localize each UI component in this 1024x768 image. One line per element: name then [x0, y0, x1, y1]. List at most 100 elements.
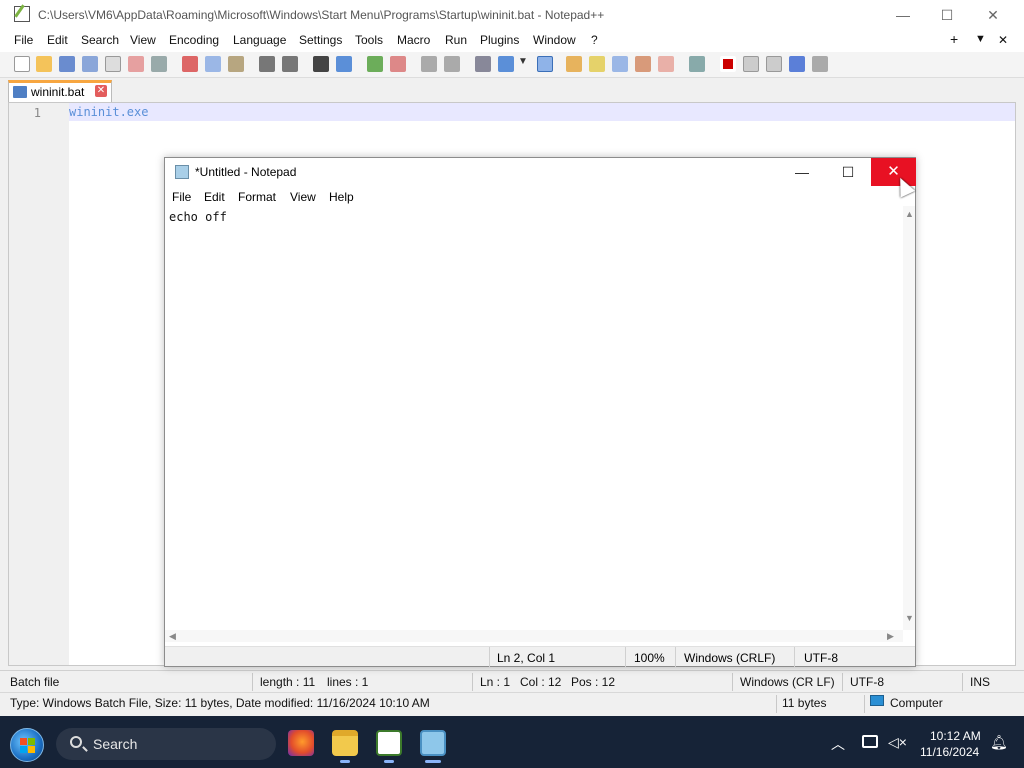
notepad-line-ending: Windows (CRLF) — [684, 651, 776, 665]
save-all-icon[interactable] — [82, 56, 98, 72]
tab-label: wininit.bat — [31, 85, 85, 99]
notepad-content[interactable]: echo off — [169, 210, 227, 224]
record-macro-icon[interactable] — [720, 56, 736, 72]
save-icon[interactable] — [59, 56, 75, 72]
word-wrap-icon[interactable] — [475, 56, 491, 72]
notepad-window: *Untitled - Notepad — ☐ ✕ File Edit Form… — [164, 157, 916, 667]
notepad-menu-edit[interactable]: Edit — [204, 190, 225, 204]
zoom-out-icon[interactable] — [390, 56, 406, 72]
npp-menu-run[interactable]: Run — [445, 33, 467, 47]
close-icon[interactable] — [105, 56, 121, 72]
clock-date[interactable]: 11/16/2024 — [920, 745, 979, 759]
npp-menu-macro[interactable]: Macro — [397, 33, 430, 47]
tab-wininit-bat[interactable]: wininit.bat ✕ — [8, 80, 112, 102]
notepad-text-area[interactable]: echo off — [165, 206, 903, 630]
npp-tab-list-button[interactable]: ▼ — [975, 33, 986, 45]
tab-close-icon[interactable]: ✕ — [95, 85, 107, 97]
indent-guide-icon[interactable] — [537, 56, 553, 72]
npp-menu-help[interactable]: ? — [591, 33, 598, 47]
status-divider — [732, 673, 733, 691]
stop-macro-icon[interactable] — [743, 56, 759, 72]
computer-icon — [870, 695, 884, 706]
function-list-icon[interactable] — [635, 56, 651, 72]
npp-new-tab-button[interactable]: + — [950, 31, 958, 47]
npp-close-button[interactable]: ✕ — [970, 0, 1016, 30]
cut-icon[interactable] — [182, 56, 198, 72]
status-lines: lines : 1 — [327, 675, 369, 689]
new-file-icon[interactable] — [14, 56, 30, 72]
zoom-in-icon[interactable] — [367, 56, 383, 72]
play-macro-multiple-icon[interactable] — [789, 56, 805, 72]
notepad-menu-help[interactable]: Help — [329, 190, 354, 204]
open-file-icon[interactable] — [36, 56, 52, 72]
status-divider — [625, 647, 626, 667]
sync-horizontal-icon[interactable] — [444, 56, 460, 72]
npp-menu-settings[interactable]: Settings — [299, 33, 342, 47]
notepad-vertical-scrollbar[interactable]: ▲ ▼ — [903, 206, 915, 630]
line-number-gutter: 1 — [9, 103, 69, 665]
file-size-text: 11 bytes — [782, 696, 827, 710]
network-icon[interactable] — [862, 735, 878, 748]
status-file-type: Batch file — [10, 675, 60, 689]
status-ln: Ln : 1 — [480, 675, 511, 689]
notepadpp-icon[interactable] — [376, 730, 402, 756]
npp-menu-window[interactable]: Window — [533, 33, 576, 47]
scroll-left-icon[interactable]: ◀ — [169, 631, 176, 642]
scroll-down-icon[interactable]: ▼ — [905, 613, 914, 623]
status-encoding: UTF-8 — [850, 675, 884, 689]
redo-icon[interactable] — [282, 56, 298, 72]
scroll-up-icon[interactable]: ▲ — [905, 209, 914, 219]
taskbar-search-box[interactable] — [56, 728, 276, 760]
firefox-icon[interactable] — [288, 730, 314, 756]
document-map-icon[interactable] — [589, 56, 605, 72]
replace-icon[interactable] — [336, 56, 352, 72]
folder-as-workspace-icon[interactable] — [566, 56, 582, 72]
npp-maximize-button[interactable]: ☐ — [924, 0, 970, 30]
npp-menu-tools[interactable]: Tools — [355, 33, 383, 47]
copy-icon[interactable] — [205, 56, 221, 72]
monitoring-icon[interactable] — [689, 56, 705, 72]
status-divider — [472, 673, 473, 691]
npp-menu-search[interactable]: Search — [81, 33, 119, 47]
folder-icon[interactable] — [658, 56, 674, 72]
npp-menu-edit[interactable]: Edit — [47, 33, 68, 47]
notepad-menu-format[interactable]: Format — [238, 190, 276, 204]
code-line[interactable]: wininit.exe — [69, 105, 148, 119]
start-icon[interactable] — [10, 728, 44, 762]
print-icon[interactable] — [151, 56, 167, 72]
npp-menu-bar: File Edit Search View Encoding Language … — [0, 30, 1024, 52]
npp-close-doc-button[interactable]: ✕ — [998, 33, 1008, 47]
chevron-down-icon[interactable]: ▼ — [518, 56, 528, 72]
npp-minimize-button[interactable]: — — [880, 0, 926, 30]
play-macro-icon[interactable] — [766, 56, 782, 72]
notepad-menu-file[interactable]: File — [172, 190, 191, 204]
clock-time[interactable]: 10:12 AM — [930, 729, 981, 743]
npp-status-bar: Batch file length : 11 lines : 1 Ln : 1 … — [0, 670, 1024, 692]
notification-bell-icon[interactable]: 🔔︎ — [990, 734, 1008, 751]
volume-muted-icon[interactable]: ◁× — [888, 734, 907, 751]
status-divider — [489, 647, 490, 667]
notepad-horizontal-scrollbar[interactable]: ◀ ▶ — [165, 630, 903, 642]
npp-menu-plugins[interactable]: Plugins — [480, 33, 519, 47]
npp-menu-view[interactable]: View — [130, 33, 156, 47]
undo-icon[interactable] — [259, 56, 275, 72]
npp-menu-file[interactable]: File — [14, 33, 33, 47]
notepad-menu-view[interactable]: View — [290, 190, 316, 204]
sync-vertical-icon[interactable] — [421, 56, 437, 72]
scroll-right-icon[interactable]: ▶ — [887, 631, 894, 642]
npp-menu-encoding[interactable]: Encoding — [169, 33, 219, 47]
document-list-icon[interactable] — [612, 56, 628, 72]
close-all-icon[interactable] — [128, 56, 144, 72]
chevron-up-icon[interactable]: ︿ — [831, 734, 845, 754]
status-divider — [794, 647, 795, 667]
file-explorer-icon[interactable] — [332, 730, 358, 756]
notepad-minimize-button[interactable]: — — [779, 158, 825, 186]
show-all-chars-icon[interactable] — [498, 56, 514, 72]
notepad-icon[interactable] — [420, 730, 446, 756]
find-icon[interactable] — [313, 56, 329, 72]
save-macro-icon[interactable] — [812, 56, 828, 72]
current-line-highlight — [69, 103, 1015, 121]
paste-icon[interactable] — [228, 56, 244, 72]
notepad-maximize-button[interactable]: ☐ — [825, 158, 871, 186]
npp-menu-language[interactable]: Language — [233, 33, 286, 47]
